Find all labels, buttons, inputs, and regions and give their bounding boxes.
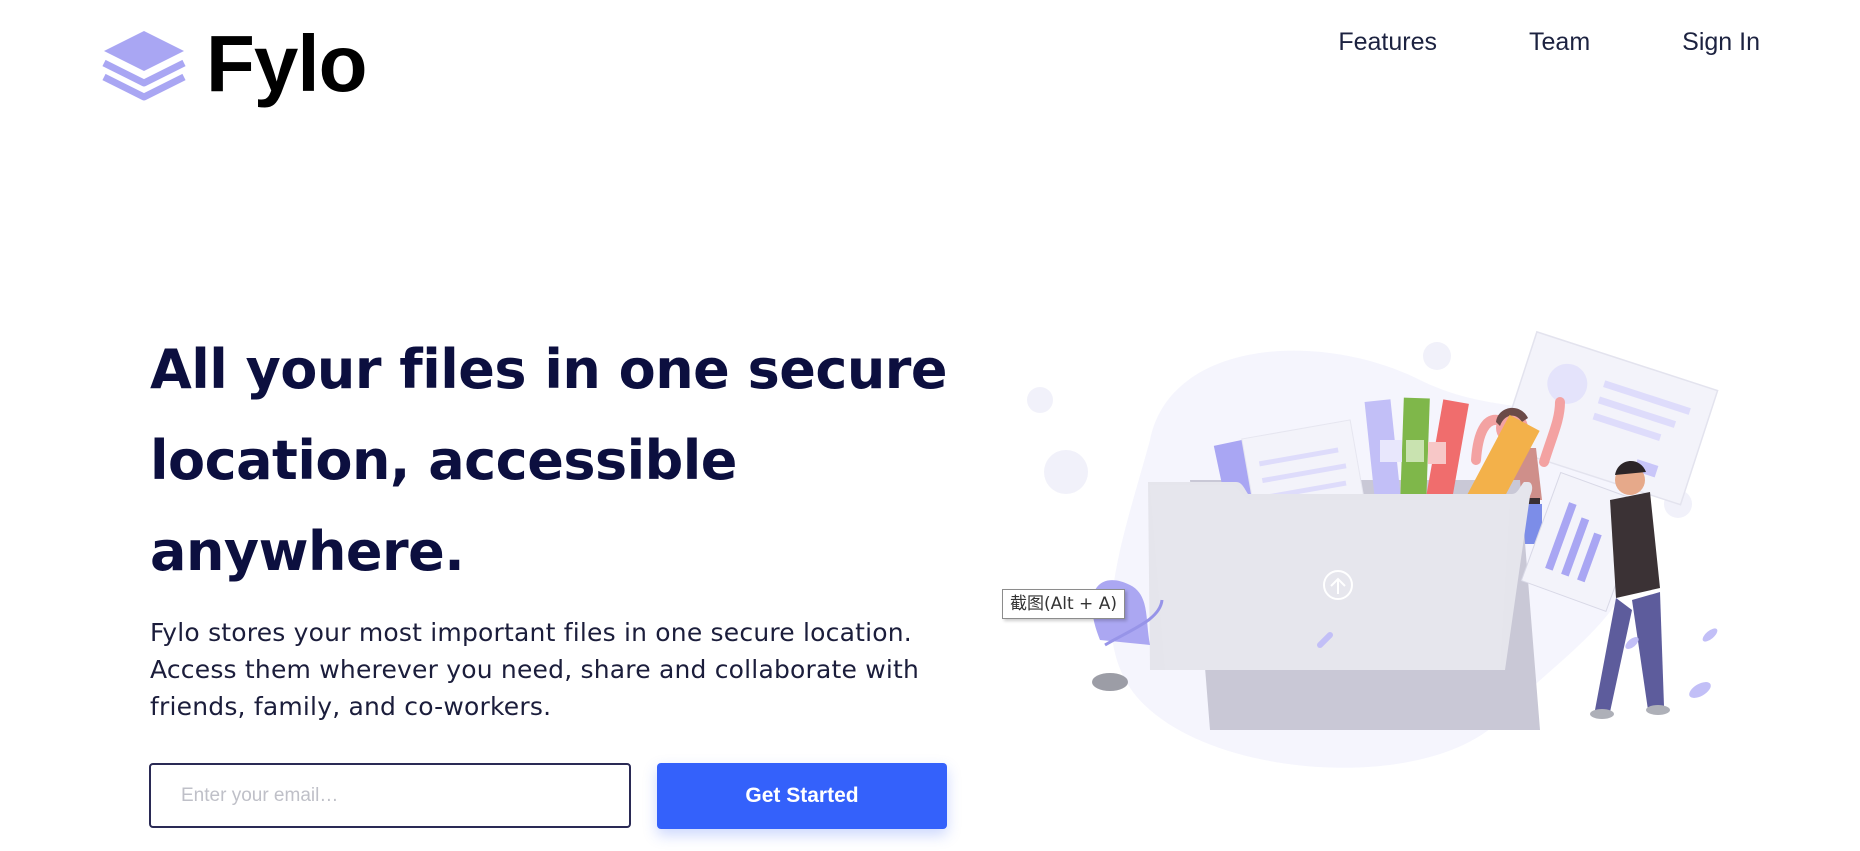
logo[interactable]: Fylo (100, 19, 367, 108)
nav-features[interactable]: Features (1338, 22, 1437, 62)
hero-headline: All your files in one secure location, a… (150, 338, 948, 583)
hero-description: Fylo stores your most important files in… (150, 618, 920, 721)
stacked-layers-icon (102, 31, 186, 101)
nav-sign-in[interactable]: Sign In (1682, 22, 1760, 62)
get-started-button[interactable]: Get Started (657, 763, 947, 829)
hero-illustration (1027, 330, 1719, 768)
email-input[interactable] (149, 763, 631, 828)
nav-team[interactable]: Team (1529, 22, 1590, 62)
logo-text: Fylo (206, 19, 367, 108)
main-nav: Features Team Sign In (1338, 22, 1760, 62)
screenshot-tooltip: 截图(Alt + A) (1002, 589, 1125, 619)
